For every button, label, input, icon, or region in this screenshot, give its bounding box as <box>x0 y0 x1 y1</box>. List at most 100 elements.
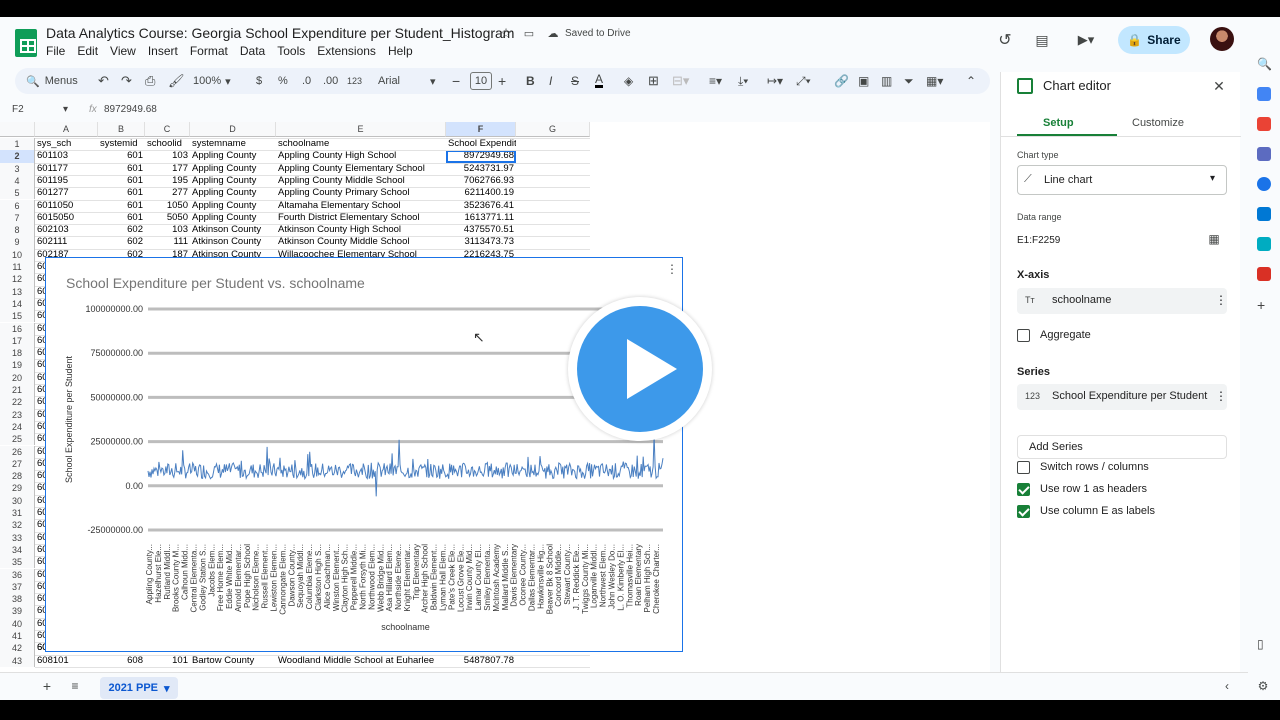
table-cell[interactable]: 3113473.73 <box>446 236 516 248</box>
share-button[interactable]: 🔒 Share <box>1118 26 1190 54</box>
menu-insert[interactable]: Insert <box>148 44 178 58</box>
row-header[interactable]: 19 <box>0 359 35 372</box>
row-header[interactable]: 3 <box>0 162 35 175</box>
print-icon[interactable]: ⎙ <box>145 72 155 90</box>
add-sheet-icon[interactable]: + <box>40 678 54 694</box>
row-header[interactable]: 5 <box>0 187 35 200</box>
search-icon[interactable]: 🔍 <box>1257 57 1272 71</box>
row-header[interactable]: 14 <box>0 297 35 311</box>
table-cell[interactable]: 5243731.97 <box>446 163 516 175</box>
table-cell[interactable]: 101 <box>145 655 190 667</box>
zoom-select[interactable]: 100% ▾ <box>193 72 231 90</box>
font-size-decrease-icon[interactable]: − <box>452 72 460 90</box>
table-cell[interactable]: 602111 <box>35 236 98 248</box>
table-cell[interactable]: Appling County <box>190 212 276 224</box>
chart-object[interactable]: School Expenditure per Student vs. schoo… <box>45 257 683 652</box>
switch-rows-columns-checkbox[interactable] <box>1017 461 1030 474</box>
close-icon[interactable]: ✕ <box>1211 78 1227 94</box>
select-range-icon[interactable]: ▦ <box>1207 232 1221 246</box>
table-cell[interactable]: School Expenditure per Student <box>446 138 516 150</box>
row-header[interactable]: 20 <box>0 371 35 384</box>
row-header[interactable]: 6 <box>0 199 35 212</box>
column-header-c[interactable]: C <box>145 122 190 137</box>
row-header[interactable]: 23 <box>0 408 35 421</box>
undo-icon[interactable]: ↶ <box>98 72 109 90</box>
table-cell[interactable]: Atkinson County <box>190 236 276 248</box>
table-cell[interactable]: Appling County <box>190 150 276 162</box>
tasks-icon[interactable] <box>1257 177 1271 191</box>
column-header-b[interactable]: B <box>98 122 145 137</box>
strikethrough-icon[interactable]: S <box>571 72 579 90</box>
number-format-button[interactable]: 123 <box>347 72 362 90</box>
table-cell[interactable]: Appling County Elementary School <box>276 163 446 175</box>
add-addon-icon[interactable]: + <box>1257 297 1271 313</box>
use-columnE-labels-checkbox[interactable] <box>1017 505 1030 518</box>
formula-input[interactable]: 8972949.68 <box>104 104 157 115</box>
meet-icon[interactable]: ▶▾ <box>1071 30 1101 50</box>
tab-customize[interactable]: Customize <box>1132 117 1184 129</box>
all-sheets-icon[interactable]: ≡ <box>68 679 82 693</box>
table-cell[interactable]: 602103 <box>35 224 98 236</box>
table-cell[interactable]: 195 <box>145 175 190 187</box>
table-cell[interactable]: 608101 <box>35 655 98 667</box>
menus-search[interactable]: 🔍 Menus <box>26 72 78 90</box>
document-title[interactable]: Data Analytics Course: Georgia School Ex… <box>46 25 514 41</box>
insert-link-icon[interactable]: 🔗 <box>834 72 849 90</box>
table-cell[interactable]: 7062766.93 <box>446 175 516 187</box>
horizontal-align-icon[interactable]: ≡▾ <box>709 72 722 90</box>
table-cell[interactable]: 3523676.41 <box>446 200 516 212</box>
row-header[interactable]: 26 <box>0 445 35 458</box>
table-cell[interactable]: 601 <box>98 150 145 162</box>
maps-icon[interactable] <box>1257 237 1271 251</box>
row-header[interactable]: 40 <box>0 617 35 630</box>
table-cell[interactable]: 602 <box>98 224 145 236</box>
tab-setup[interactable]: Setup <box>1043 117 1074 129</box>
row-header[interactable]: 17 <box>0 334 35 348</box>
table-cell[interactable]: Appling County <box>190 163 276 175</box>
use-row1-headers-checkbox[interactable] <box>1017 483 1030 496</box>
chevron-down-icon[interactable]: ▾ <box>63 104 68 115</box>
select-all-corner[interactable] <box>0 122 35 137</box>
menu-data[interactable]: Data <box>240 44 265 58</box>
row-header[interactable]: 10 <box>0 248 35 261</box>
row-header[interactable]: 9 <box>0 236 35 249</box>
row-header[interactable]: 34 <box>0 543 35 557</box>
panel-toggle-icon[interactable]: ▯ <box>1257 637 1271 651</box>
table-cell[interactable]: Woodland Middle School at Euharlee <box>276 655 446 667</box>
table-cell[interactable]: 601177 <box>35 163 98 175</box>
vertical-align-icon[interactable]: ⤓▾ <box>738 72 748 90</box>
table-cell[interactable]: 111 <box>145 236 190 248</box>
name-box[interactable]: F2 <box>12 104 24 115</box>
column-header-e[interactable]: E <box>276 122 446 137</box>
row-header[interactable]: 7 <box>0 211 35 225</box>
table-cell[interactable]: 1050 <box>145 200 190 212</box>
row-header[interactable]: 30 <box>0 494 35 507</box>
column-header-g[interactable]: G <box>516 122 590 137</box>
row-header[interactable]: 42 <box>0 642 35 655</box>
paint-format-icon[interactable]: 🖌 <box>168 72 185 90</box>
keep-icon[interactable] <box>1257 87 1271 101</box>
row-header[interactable]: 39 <box>0 605 35 618</box>
column-header-a[interactable]: A <box>35 122 98 137</box>
row-header[interactable]: 4 <box>0 174 35 188</box>
row-header[interactable]: 1 <box>0 138 35 151</box>
row-header[interactable]: 15 <box>0 310 35 323</box>
row-header[interactable]: 13 <box>0 285 35 298</box>
row-header[interactable]: 18 <box>0 347 35 360</box>
chart-type-select[interactable]: ⟋ Line chart ▾ <box>1017 165 1227 195</box>
avatar[interactable] <box>1210 27 1234 51</box>
table-cell[interactable]: Appling County Primary School <box>276 187 446 199</box>
row-header[interactable]: 41 <box>0 630 35 643</box>
comments-icon[interactable]: ▤ <box>1032 30 1052 50</box>
table-cell[interactable]: Appling County <box>190 187 276 199</box>
table-cell[interactable]: 103 <box>145 150 190 162</box>
table-cell[interactable]: 601103 <box>35 150 98 162</box>
row-header[interactable]: 32 <box>0 519 35 532</box>
outlook-icon[interactable] <box>1257 207 1271 221</box>
gmail-icon[interactable] <box>1257 267 1271 281</box>
bold-icon[interactable]: B <box>526 72 535 90</box>
table-cell[interactable]: 5050 <box>145 212 190 224</box>
menu-tools[interactable]: Tools <box>277 44 305 58</box>
table-cell[interactable]: Altamaha Elementary School <box>276 200 446 212</box>
row-header[interactable]: 27 <box>0 457 35 471</box>
